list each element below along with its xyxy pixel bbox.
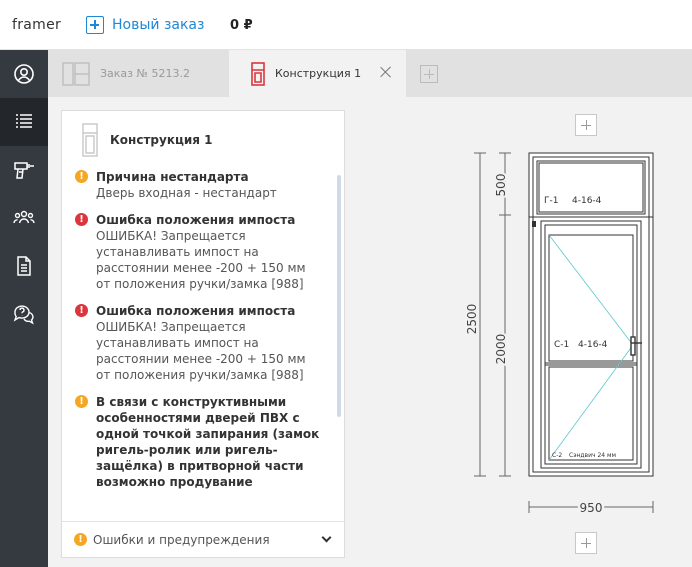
sidebar-item-profile[interactable] <box>0 50 48 98</box>
dim-top-text: 500 <box>494 174 508 197</box>
sidebar-item-orders[interactable] <box>0 98 48 146</box>
sidebar-item-documents[interactable] <box>0 242 48 290</box>
hinge <box>532 221 536 227</box>
order-price: 0 ₽ <box>230 18 253 33</box>
tab-construction[interactable]: Конструкция 1 <box>229 50 406 97</box>
tab-bar: Заказ № 5213.2 Конструкция 1 <box>48 50 692 97</box>
top-pane-glass: 4-16-4 <box>572 196 602 206</box>
construction-thumbnail-icon <box>251 61 265 86</box>
top-bar: framer Новый заказ 0 ₽ <box>0 0 692 50</box>
list-icon <box>16 114 32 128</box>
construction-drawing[interactable]: 2500 500 2000 950 Г-1 4-16-4 С-1 4-16-4 … <box>48 97 692 567</box>
add-tab-button[interactable] <box>420 65 438 83</box>
bottom-pane-label: С-2 <box>552 452 562 459</box>
drill-icon <box>14 162 34 179</box>
sidebar-item-installation[interactable] <box>0 146 48 194</box>
plus-icon <box>86 16 104 34</box>
order-thumbnail-icon <box>62 61 90 86</box>
document-icon <box>17 256 31 276</box>
sidebar-item-clients[interactable] <box>0 194 48 242</box>
workspace: Конструкция 1 ! Причина нестандарта Двер… <box>48 97 692 567</box>
dim-bottom-text: 2000 <box>494 334 508 365</box>
dimension-sections <box>499 152 511 477</box>
dim-total-height-text: 2500 <box>465 304 479 335</box>
top-pane-label: Г-1 <box>544 196 558 206</box>
new-order-button[interactable]: Новый заказ <box>86 16 204 34</box>
close-icon[interactable] <box>380 66 392 78</box>
new-order-label: Новый заказ <box>112 17 205 33</box>
bottom-pane-glass: Сэндвич 24 мм <box>569 452 616 459</box>
dim-width-text: 950 <box>580 501 603 515</box>
help-chat-icon <box>13 305 34 325</box>
app-logo: framer <box>12 17 62 33</box>
tab-construction-label: Конструкция 1 <box>275 67 362 80</box>
door-pane-glass: 4-16-4 <box>578 340 608 350</box>
tab-order[interactable]: Заказ № 5213.2 <box>48 50 229 97</box>
sidebar-item-help[interactable] <box>0 290 48 338</box>
tab-order-label: Заказ № 5213.2 <box>100 67 190 80</box>
door-pane-label: С-1 <box>554 340 569 350</box>
user-icon <box>14 64 34 84</box>
sidebar <box>0 50 48 567</box>
people-icon <box>13 210 35 224</box>
